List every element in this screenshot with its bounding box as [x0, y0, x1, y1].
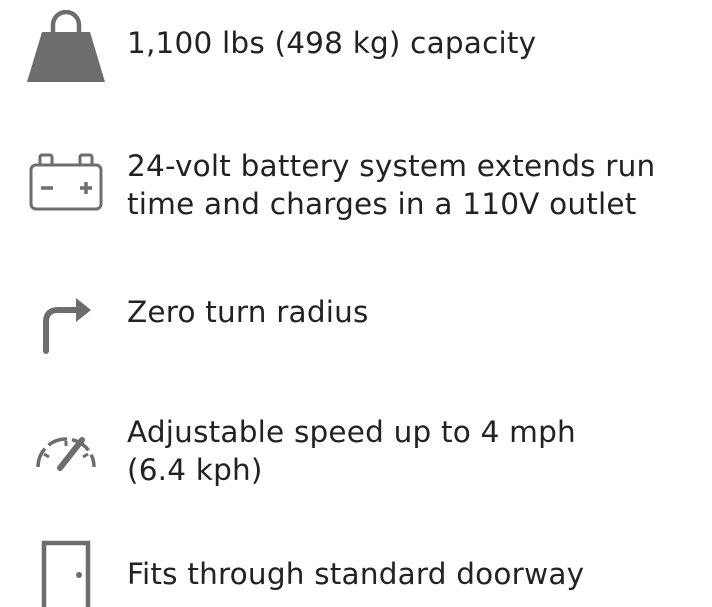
speedometer-icon — [36, 437, 96, 471]
feature-text-line: 24-volt battery system extends run — [127, 149, 656, 183]
weight-icon — [27, 10, 105, 82]
feature-text: Fits through standard doorway — [127, 555, 712, 593]
feature-text: 1,100 lbs (498 kg) capacity — [127, 24, 712, 62]
door-icon — [41, 540, 91, 607]
feature-text: 24-volt battery system extends run time … — [127, 147, 712, 223]
feature-text-line: time and charges in a 110V outlet — [127, 187, 637, 221]
feature-text-line: Fits through standard doorway — [127, 557, 585, 591]
feature-text-line: Adjustable speed up to 4 mph — [127, 415, 576, 449]
feature-text-line: 1,100 lbs (498 kg) capacity — [127, 26, 537, 60]
feature-text: Zero turn radius — [127, 293, 712, 331]
feature-text: Adjustable speed up to 4 mph (6.4 kph) — [127, 413, 712, 489]
feature-text-line: Zero turn radius — [127, 295, 369, 329]
battery-icon — [29, 153, 103, 211]
turn-arrow-icon — [43, 298, 91, 354]
feature-text-line: (6.4 kph) — [127, 453, 263, 487]
